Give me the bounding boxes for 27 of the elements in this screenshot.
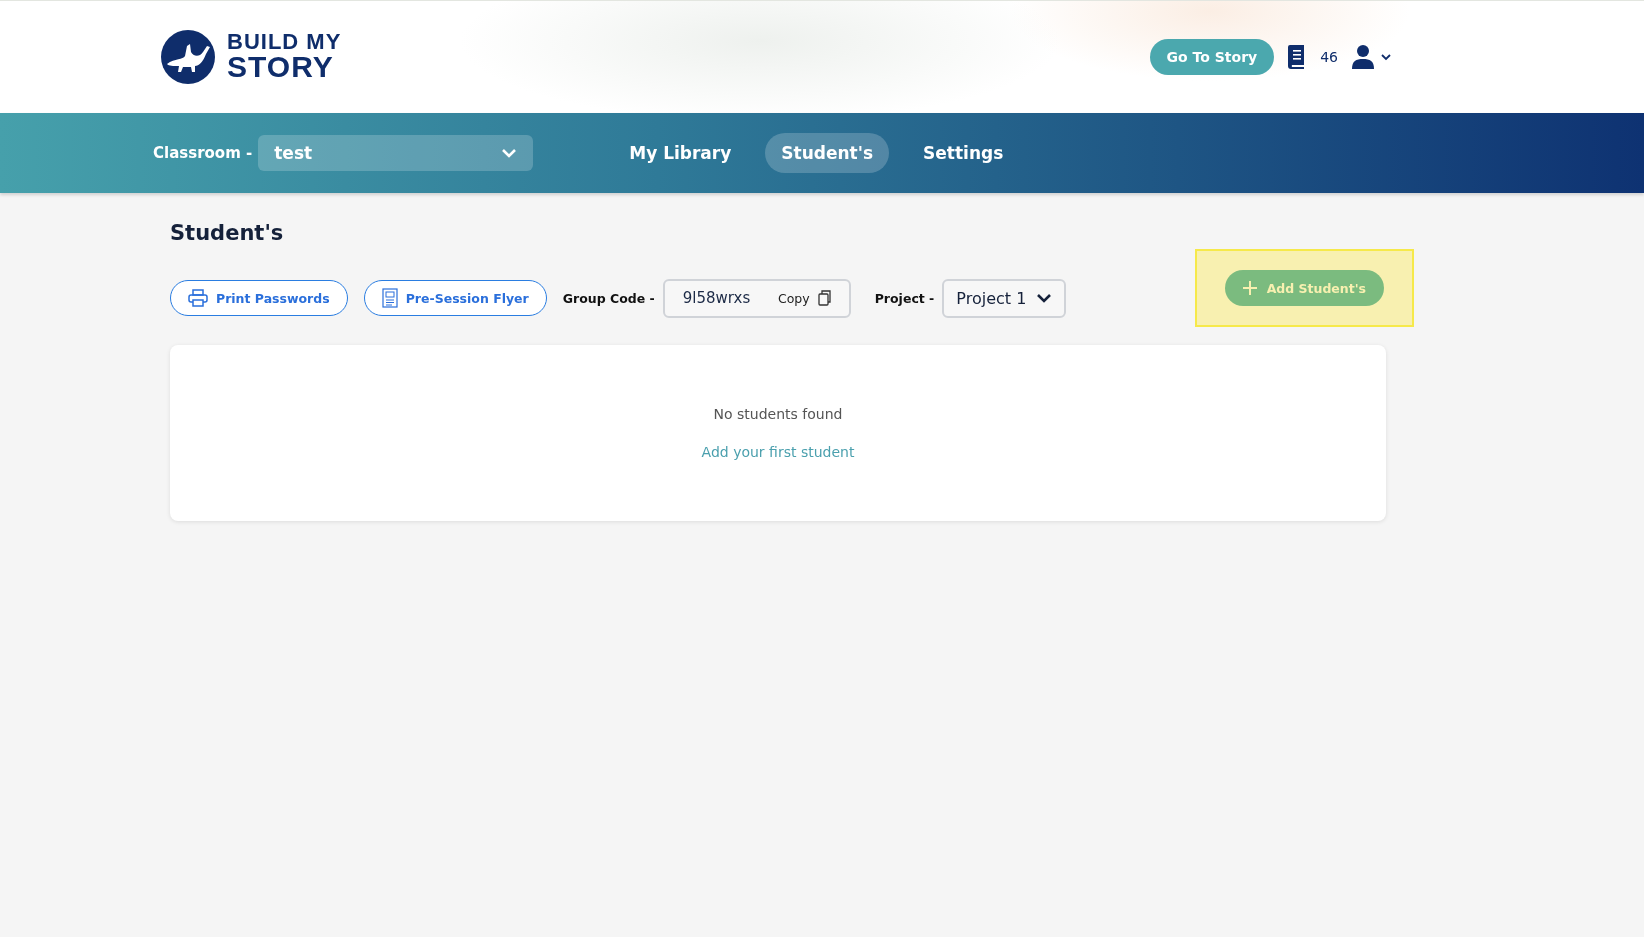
nav-tab[interactable]: My Library [613, 133, 748, 173]
book-icon [1288, 45, 1307, 69]
group-code-field[interactable]: 9l58wrxs Copy [662, 278, 851, 318]
logo-wordmark: BUILD MY STORY [227, 32, 342, 82]
user-menu-icon[interactable] [1352, 45, 1394, 69]
pre-session-flyer-button[interactable]: Pre-Session Flyer [363, 280, 547, 316]
add-first-student-link[interactable]: Add your first student [701, 444, 855, 460]
go-to-story-button[interactable]: Go To Story [1149, 39, 1275, 75]
dinosaur-logo-icon [161, 30, 215, 84]
project-select[interactable]: Project 1 [942, 278, 1067, 318]
group-code-label: Group Code - [562, 290, 655, 306]
printer-icon [188, 289, 208, 307]
chevron-down-icon [501, 148, 518, 158]
copy-icon [817, 290, 831, 306]
empty-message: No students found [713, 406, 843, 422]
chevron-down-icon [1036, 293, 1053, 303]
project-label: Project - [874, 290, 935, 306]
plus-icon [1242, 281, 1257, 295]
classroom-select[interactable]: test [258, 135, 534, 171]
copy-button[interactable]: Copy [778, 290, 831, 306]
nav-tab[interactable]: Student's [765, 133, 890, 173]
print-passwords-button[interactable]: Print Passwords [170, 280, 348, 316]
document-icon [381, 288, 398, 308]
nav-tab[interactable]: Settings [907, 133, 1020, 173]
classroom-label: Classroom - [153, 144, 253, 162]
page-title: Student's [170, 221, 285, 245]
book-count: 46 [1320, 49, 1338, 65]
